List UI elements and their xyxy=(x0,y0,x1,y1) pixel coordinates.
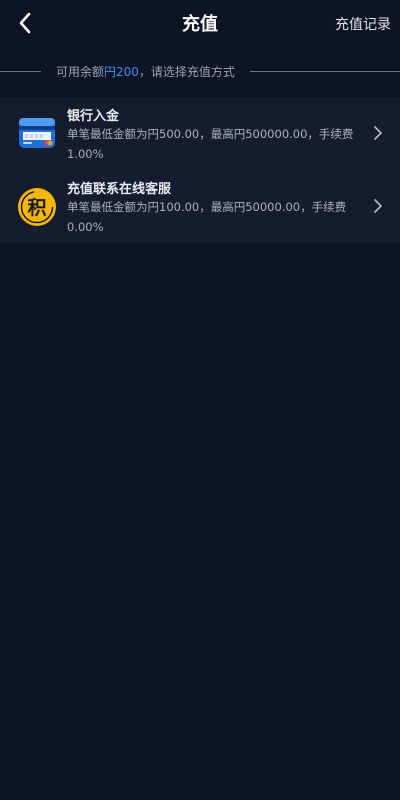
method-description: 单笔最低金额为円500.00，最高円500000.00，手续费1.00% xyxy=(67,127,354,161)
method-name: 充值联系在线客服 xyxy=(67,182,172,197)
method-description: 单笔最低金额为円100.00，最高円50000.00，手续费0.00% xyxy=(67,200,347,234)
header-bar: 充值 充值记录 xyxy=(0,0,400,46)
balance-suffix: ，请选择充值方式 xyxy=(138,64,235,79)
chevron-right-icon xyxy=(374,126,382,140)
bank-card-icon xyxy=(19,118,55,148)
divider-line-left xyxy=(0,70,41,72)
method-name: 银行入金 xyxy=(67,109,120,124)
balance-divider: 可用余额円200，请选择充值方式 xyxy=(0,60,400,82)
back-button[interactable] xyxy=(8,6,42,40)
method-bank-deposit[interactable]: 银行入金 单笔最低金额为円500.00，最高円500000.00，手续费1.00… xyxy=(0,97,400,170)
balance-prefix: 可用余额 xyxy=(56,64,105,79)
divider-line-right xyxy=(249,70,400,72)
balance-text: 可用余额円200，请选择充值方式 xyxy=(41,63,250,80)
recharge-records-link[interactable]: 充值记录 xyxy=(335,14,391,34)
chevron-left-icon xyxy=(19,12,31,34)
points-ji-icon: 积 xyxy=(18,188,56,226)
chevron-right-icon xyxy=(374,199,382,213)
points-ji-glyph: 积 xyxy=(27,197,46,219)
method-online-service[interactable]: 积 充值联系在线客服 单笔最低金额为円100.00，最高円50000.00，手续… xyxy=(0,170,400,243)
balance-amount: 円200 xyxy=(104,64,139,79)
